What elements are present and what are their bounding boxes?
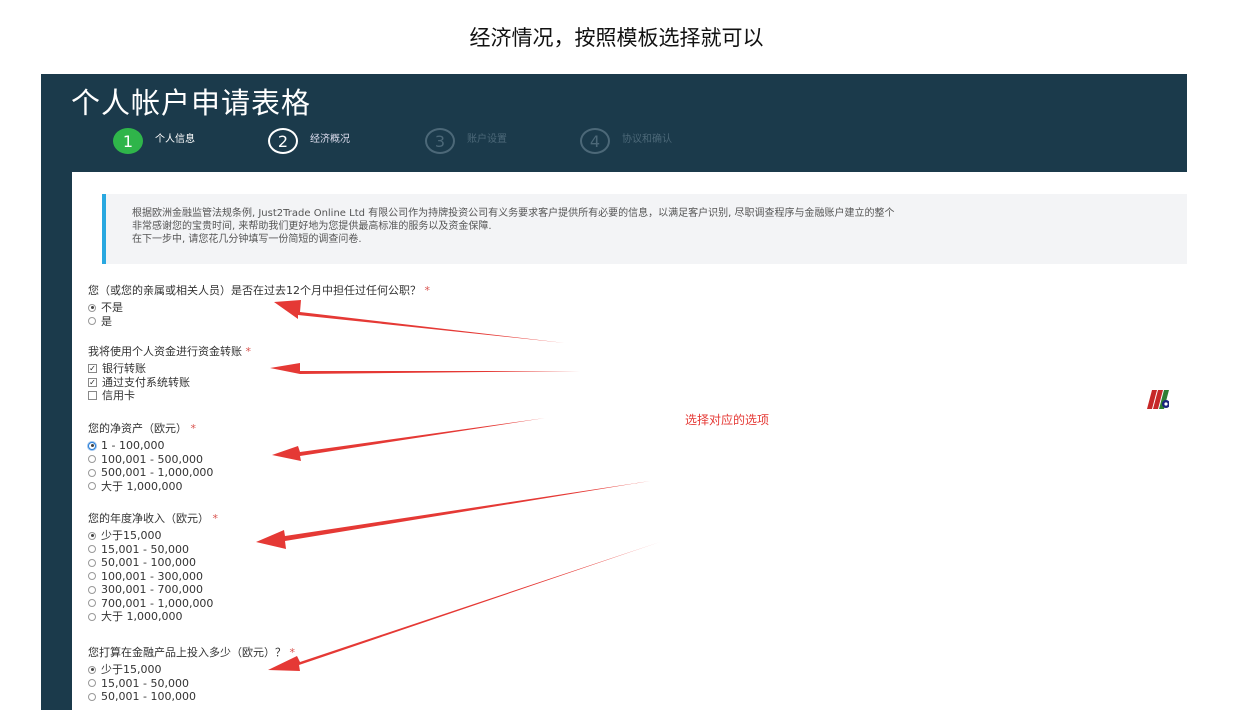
- arrow-icon: [268, 542, 660, 671]
- arrow-icon: [274, 300, 565, 343]
- arrow-icon: [270, 363, 580, 374]
- annotation-text: 选择对应的选项: [685, 413, 770, 427]
- annotation-arrows: [256, 300, 660, 671]
- arrow-icon: [256, 481, 650, 549]
- arrow-icon: [272, 418, 545, 461]
- brand-logo-icon: [1147, 390, 1169, 409]
